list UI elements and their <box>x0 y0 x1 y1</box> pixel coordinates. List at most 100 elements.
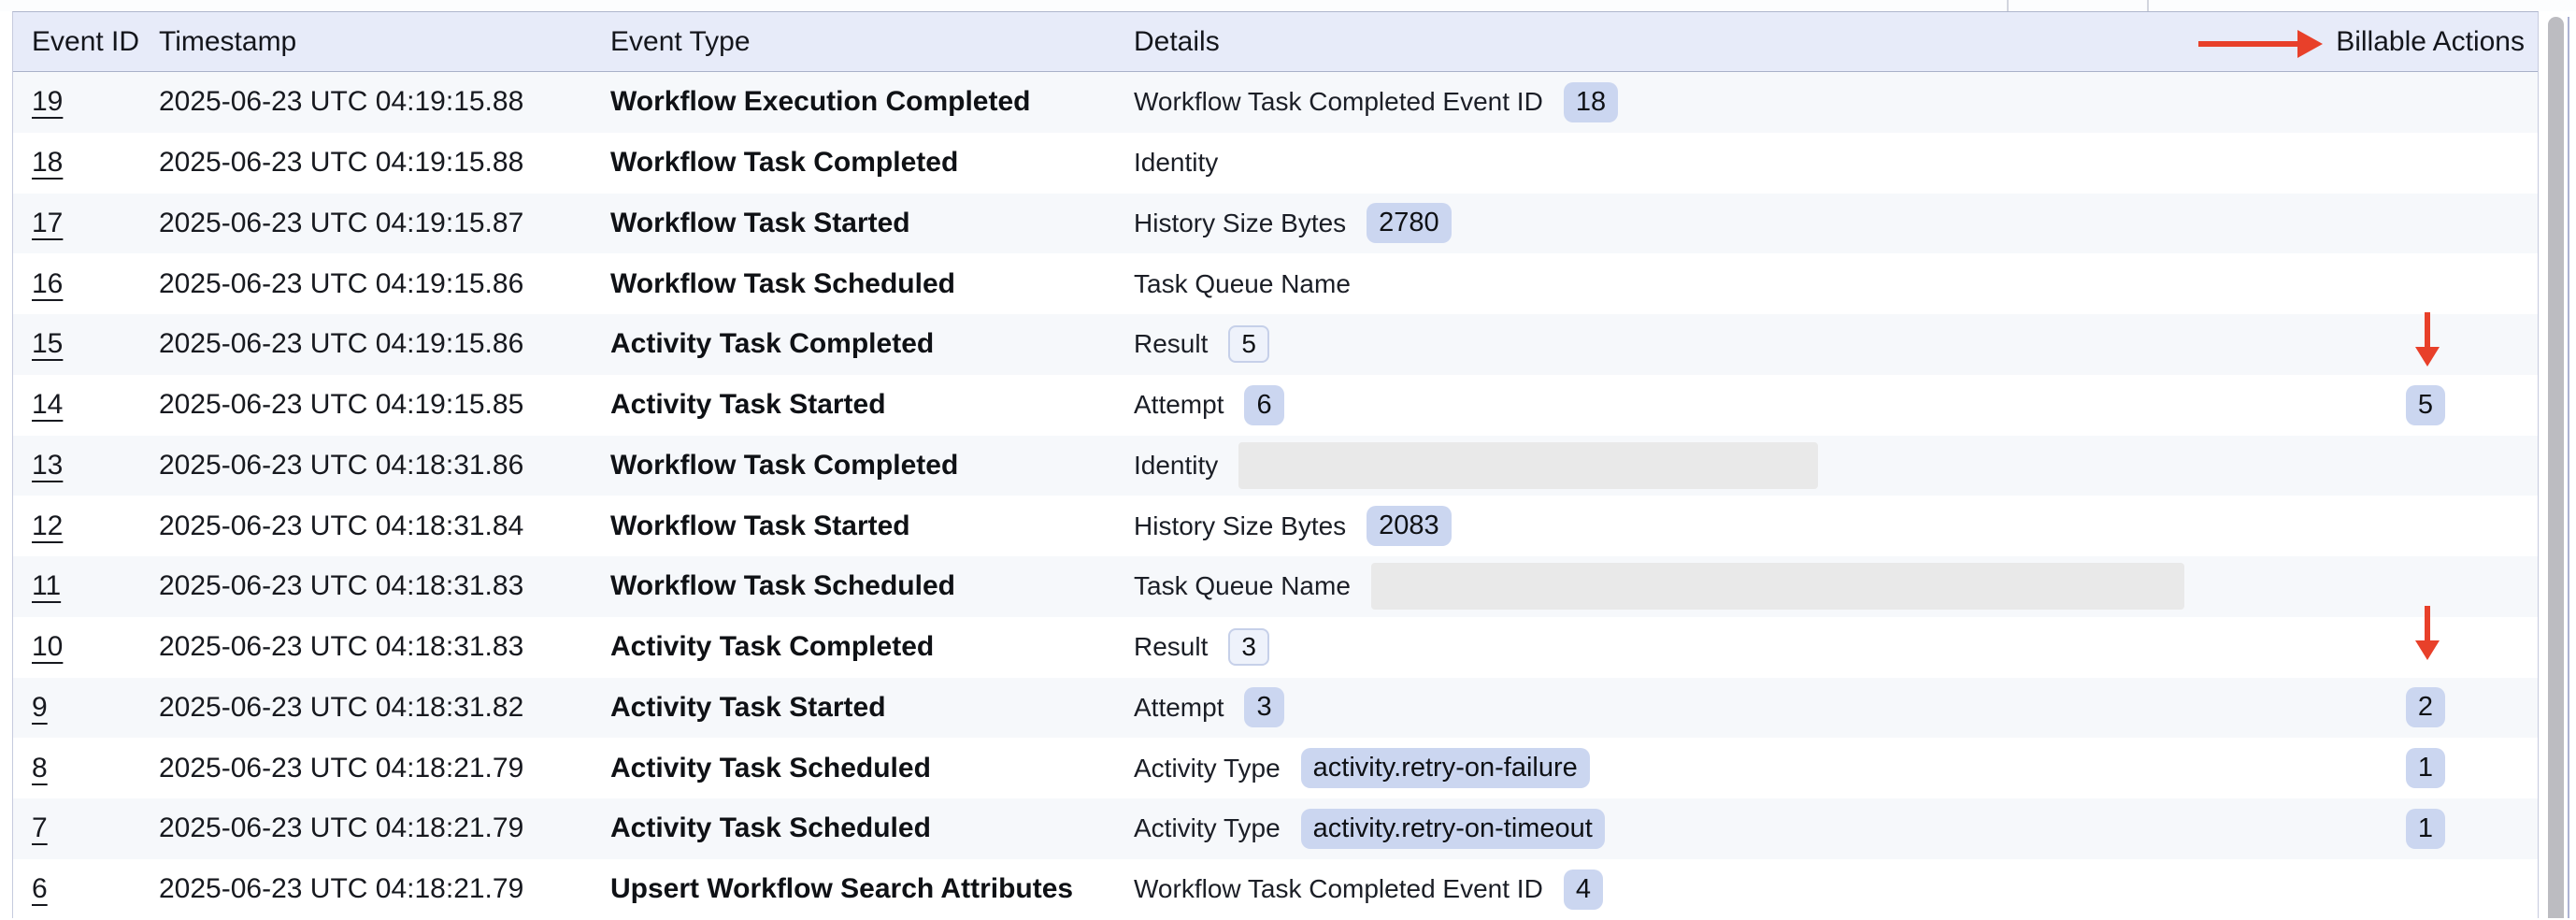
event-type-cell: Activity Task Scheduled <box>610 753 1134 784</box>
details-cell: History Size Bytes 2083 <box>1134 506 2313 546</box>
details-cell: Attempt 6 <box>1134 385 2313 425</box>
column-header-event-type[interactable]: Event Type <box>610 26 1134 58</box>
details-cell: Workflow Task Completed Event ID 4 <box>1134 870 2313 910</box>
event-id-link[interactable]: 15 <box>32 328 63 359</box>
column-header-billable-actions[interactable]: Billable Actions <box>2313 26 2538 58</box>
detail-label: Activity Type <box>1134 813 1281 843</box>
detail-value-badge: activity.retry-on-failure <box>1301 748 1590 788</box>
event-id-link[interactable]: 6 <box>32 873 48 904</box>
event-id-link[interactable]: 12 <box>32 510 63 541</box>
table-row: 16 2025-06-23 UTC 04:19:15.86 Workflow T… <box>13 253 2538 314</box>
event-id-link[interactable]: 17 <box>32 208 63 238</box>
table-row: 12 2025-06-23 UTC 04:18:31.84 Workflow T… <box>13 496 2538 556</box>
detail-value-badge: 18 <box>1564 82 1618 122</box>
detail-value-badge: 5 <box>1228 325 1269 363</box>
details-cell: Activity Type activity.retry-on-failure <box>1134 748 2313 788</box>
detail-label: Identity <box>1134 451 1218 481</box>
detail-label: Task Queue Name <box>1134 571 1351 601</box>
table-row: 17 2025-06-23 UTC 04:19:15.87 Workflow T… <box>13 194 2538 254</box>
event-id-cell: 10 <box>13 631 159 663</box>
detail-label: History Size Bytes <box>1134 511 1346 541</box>
workflow-event-history-table: Event ID Timestamp Event Type Details Bi… <box>12 11 2539 918</box>
timestamp-cell: 2025-06-23 UTC 04:18:21.79 <box>159 873 610 905</box>
timestamp-cell: 2025-06-23 UTC 04:18:31.83 <box>159 570 610 602</box>
table-body: 19 2025-06-23 UTC 04:19:15.88 Workflow E… <box>13 72 2538 920</box>
timestamp-cell: 2025-06-23 UTC 04:19:15.85 <box>159 389 610 421</box>
detail-value-badge: 3 <box>1244 687 1283 727</box>
event-type-cell: Workflow Execution Completed <box>610 86 1134 118</box>
event-id-link[interactable]: 8 <box>32 753 48 783</box>
event-id-link[interactable]: 14 <box>32 389 63 420</box>
window-scrollbar-edge <box>2568 17 2569 918</box>
redacted-value-box <box>1238 442 1818 489</box>
timestamp-cell: 2025-06-23 UTC 04:19:15.86 <box>159 328 610 360</box>
event-id-cell: 8 <box>13 753 159 784</box>
table-row: 6 2025-06-23 UTC 04:18:21.79 Upsert Work… <box>13 859 2538 920</box>
billable-actions-cell: 1 <box>2313 809 2538 849</box>
details-cell: History Size Bytes 2780 <box>1134 203 2313 243</box>
billable-count-badge: 1 <box>2406 809 2445 849</box>
event-id-cell: 17 <box>13 208 159 239</box>
event-type-cell: Workflow Task Completed <box>610 450 1134 482</box>
details-cell: Identity <box>1134 442 2313 489</box>
billable-actions-cell: 5 <box>2313 385 2538 425</box>
detail-label: Result <box>1134 632 1208 662</box>
red-arrow-to-billable-actions-icon <box>2198 30 2324 58</box>
event-type-cell: Activity Task Completed <box>610 631 1134 663</box>
table-row: 18 2025-06-23 UTC 04:19:15.88 Workflow T… <box>13 133 2538 194</box>
event-id-cell: 11 <box>13 570 159 602</box>
table-row: 15 2025-06-23 UTC 04:19:15.86 Activity T… <box>13 314 2538 375</box>
timestamp-cell: 2025-06-23 UTC 04:18:21.79 <box>159 812 610 844</box>
detail-value-badge: 2780 <box>1367 203 1452 243</box>
timestamp-cell: 2025-06-23 UTC 04:19:15.86 <box>159 268 610 300</box>
timestamp-cell: 2025-06-23 UTC 04:19:15.87 <box>159 208 610 239</box>
column-header-details[interactable]: Details <box>1134 26 2313 58</box>
details-cell: Task Queue Name <box>1134 563 2313 610</box>
detail-label: History Size Bytes <box>1134 208 1346 238</box>
event-id-link[interactable]: 9 <box>32 692 48 723</box>
details-cell: Attempt 3 <box>1134 687 2313 727</box>
billable-count-badge: 1 <box>2406 748 2445 788</box>
billable-actions-cell: 1 <box>2313 748 2538 788</box>
event-id-cell: 19 <box>13 86 159 118</box>
timestamp-cell: 2025-06-23 UTC 04:19:15.88 <box>159 86 610 118</box>
vertical-scrollbar-thumb[interactable] <box>2548 17 2564 918</box>
timestamp-cell: 2025-06-23 UTC 04:18:21.79 <box>159 753 610 784</box>
event-id-cell: 13 <box>13 450 159 482</box>
column-header-event-id[interactable]: Event ID <box>13 26 159 58</box>
details-cell: Result 3 <box>1134 628 2313 666</box>
timestamp-cell: 2025-06-23 UTC 04:18:31.82 <box>159 692 610 724</box>
event-type-cell: Workflow Task Scheduled <box>610 570 1134 602</box>
event-id-link[interactable]: 7 <box>32 812 48 843</box>
table-row: 7 2025-06-23 UTC 04:18:21.79 Activity Ta… <box>13 798 2538 859</box>
event-id-link[interactable]: 18 <box>32 147 63 178</box>
event-type-cell: Activity Task Started <box>610 692 1134 724</box>
event-id-cell: 12 <box>13 510 159 542</box>
red-down-arrow-icon <box>2415 312 2440 367</box>
detail-value-badge: 6 <box>1244 385 1283 425</box>
event-id-link[interactable]: 10 <box>32 631 63 662</box>
event-id-cell: 14 <box>13 389 159 421</box>
event-id-cell: 7 <box>13 812 159 844</box>
column-header-timestamp[interactable]: Timestamp <box>159 26 610 58</box>
event-type-cell: Workflow Task Started <box>610 510 1134 542</box>
detail-value-badge: 4 <box>1564 870 1603 910</box>
details-cell: Task Queue Name <box>1134 269 2313 299</box>
event-id-link[interactable]: 19 <box>32 86 63 117</box>
detail-value-badge: 2083 <box>1367 506 1452 546</box>
table-row: 9 2025-06-23 UTC 04:18:31.82 Activity Ta… <box>13 678 2538 739</box>
billable-actions-cell: 2 <box>2313 687 2538 727</box>
event-id-link[interactable]: 16 <box>32 268 63 299</box>
detail-label: Attempt <box>1134 693 1224 723</box>
table-row: 10 2025-06-23 UTC 04:18:31.83 Activity T… <box>13 617 2538 678</box>
event-id-cell: 6 <box>13 873 159 905</box>
toolbar-divider <box>2007 0 2009 11</box>
event-type-cell: Activity Task Completed <box>610 328 1134 360</box>
table-row: 8 2025-06-23 UTC 04:18:21.79 Activity Ta… <box>13 738 2538 798</box>
event-id-link[interactable]: 13 <box>32 450 63 481</box>
partial-toolbar-strip <box>0 0 2576 11</box>
timestamp-cell: 2025-06-23 UTC 04:18:31.83 <box>159 631 610 663</box>
red-down-arrow-icon <box>2415 606 2440 660</box>
event-id-link[interactable]: 11 <box>32 570 61 601</box>
event-type-cell: Workflow Task Scheduled <box>610 268 1134 300</box>
